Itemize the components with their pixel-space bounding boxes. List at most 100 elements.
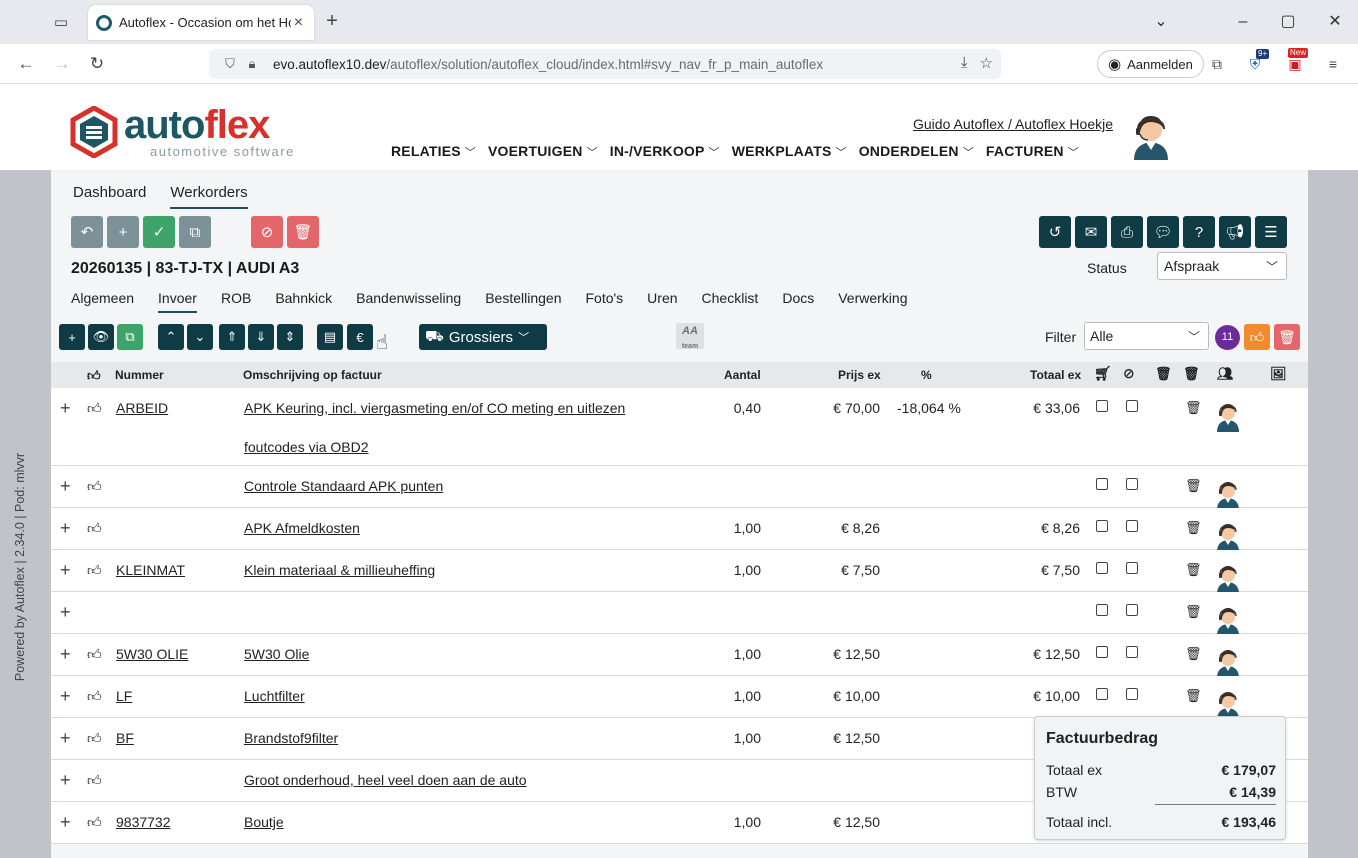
chat-button[interactable]: 💬︎	[1147, 216, 1179, 248]
cell-omschrijving[interactable]: Klein materiaal & millieuheffing	[244, 562, 435, 578]
print-button[interactable]: ⎙	[1111, 216, 1143, 248]
price-button[interactable]: €	[347, 324, 373, 350]
table-row[interactable]: + 👍︎ APK Afmeldkosten 1,00 € 8,26 € 8,26 🗑︎	[51, 508, 1308, 552]
no-order-checkbox[interactable]	[1126, 562, 1138, 574]
expand-row-icon[interactable]: +	[60, 644, 71, 665]
cell-nummer[interactable]: LF	[116, 688, 132, 704]
url-text[interactable]: evo.autoflex10.dev/autoflex/solution/aut…	[273, 57, 823, 72]
expand-row-icon[interactable]: +	[60, 728, 71, 749]
cell-omschrijving[interactable]: Brandstof9filter	[244, 730, 338, 746]
no-order-checkbox[interactable]	[1126, 478, 1138, 490]
cell-omschrijving[interactable]: Controle Standaard APK punten	[244, 478, 443, 494]
expand-collapse-button[interactable]: ⇕	[277, 324, 303, 350]
mechanic-avatar[interactable]	[1214, 604, 1242, 636]
signin-button[interactable]: ◉ Aanmelden	[1097, 50, 1204, 78]
back-icon[interactable]: ←	[12, 51, 40, 77]
grossiers-button[interactable]: ⛟ Grossiers ﹀	[419, 324, 547, 350]
menu-voertuigen[interactable]: VOERTUIGEN ﹀	[488, 143, 598, 160]
mechanic-avatar[interactable]	[1214, 520, 1242, 552]
no-order-checkbox[interactable]	[1126, 688, 1138, 700]
delete-row-icon[interactable]: 🗑︎	[1185, 562, 1202, 578]
help-button[interactable]: ?	[1183, 216, 1215, 248]
no-order-checkbox[interactable]	[1126, 520, 1138, 532]
menu-button[interactable]: ☰	[1255, 216, 1287, 248]
thumb-up-icon[interactable]: 👍︎	[87, 730, 102, 747]
autoflex-logo[interactable]: autoflex automotive software	[70, 104, 302, 162]
table-row[interactable]: + 👍︎ KLEINMAT Klein materiaal & millieuheff…	[51, 550, 1308, 594]
thumb-up-icon[interactable]: 👍︎	[87, 400, 102, 417]
cell-omschrijving[interactable]: APK Keuring, incl. viergasmeting en/of C…	[244, 400, 625, 416]
menu-relaties[interactable]: RELATIES ﹀	[391, 143, 476, 160]
lock-icon[interactable]: 🔒︎	[241, 56, 263, 72]
table-row[interactable]: + 👍︎ ARBEID APK Keuring, incl. viergasmetin…	[51, 388, 1308, 466]
cell-nummer[interactable]: KLEINMAT	[116, 562, 185, 578]
delete-row-icon[interactable]: 🗑︎	[1185, 400, 1202, 416]
thumbs-up-button[interactable]: 👍︎	[1244, 324, 1270, 350]
order-checkbox[interactable]	[1096, 400, 1108, 412]
menu-onderdelen[interactable]: ONDERDELEN ﹀	[859, 143, 974, 160]
minimize-icon[interactable]: –	[1228, 8, 1258, 36]
close-window-icon[interactable]: ✕	[1320, 8, 1350, 36]
move-top-button[interactable]: ⇑	[219, 324, 245, 350]
cell-omschrijving[interactable]: Boutje	[244, 814, 284, 830]
reload-icon[interactable]: ↻	[83, 51, 111, 77]
bookmark-star-icon[interactable]: ☆	[980, 54, 993, 72]
tab-fotos[interactable]: Foto's	[585, 290, 623, 313]
move-bottom-button[interactable]: ⇓	[248, 324, 274, 350]
tab-werkorders[interactable]: Werkorders	[170, 184, 248, 209]
thumb-up-icon[interactable]: 👍︎	[87, 562, 102, 579]
tab-verwerking[interactable]: Verwerking	[838, 290, 907, 313]
cell-nummer[interactable]: ARBEID	[116, 400, 168, 416]
expand-row-icon[interactable]: +	[60, 476, 71, 497]
tab-groups-icon[interactable]: ▭	[48, 11, 74, 33]
no-order-checkbox[interactable]	[1126, 646, 1138, 658]
delete-row-icon[interactable]: 🗑︎	[1185, 646, 1202, 662]
add-row-button[interactable]: +	[59, 324, 85, 350]
delete-row-icon[interactable]: 🗑︎	[1185, 478, 1202, 494]
expand-row-icon[interactable]: +	[60, 770, 71, 791]
cell-omschrijving[interactable]: Luchtfilter	[244, 688, 305, 704]
order-checkbox[interactable]	[1096, 520, 1108, 532]
move-down-button[interactable]: ⌄	[187, 324, 213, 350]
view-button[interactable]: 👁︎	[88, 324, 114, 350]
order-checkbox[interactable]	[1096, 562, 1108, 574]
maximize-icon[interactable]: ▢	[1273, 8, 1303, 36]
cell-omschrijving[interactable]: Groot onderhoud, heel veel doen aan de a…	[244, 772, 527, 788]
tab-dashboard[interactable]: Dashboard	[73, 184, 146, 209]
tab-list-chevron-icon[interactable]: ⌄	[1146, 8, 1176, 36]
address-bar[interactable]: ⛉ 🔒︎ evo.autoflex10.dev/autoflex/solutio…	[209, 49, 1001, 79]
order-checkbox[interactable]	[1096, 688, 1108, 700]
user-avatar[interactable]	[1128, 110, 1174, 160]
cell-nummer[interactable]: BF	[116, 730, 134, 746]
expand-row-icon[interactable]: +	[60, 686, 71, 707]
catalog-button[interactable]: ▤	[317, 324, 343, 350]
table-row[interactable]: + 🗑︎	[51, 592, 1308, 636]
tab-checklist[interactable]: Checklist	[702, 290, 759, 313]
user-company-link[interactable]: Guido Autoflex / Autoflex Hoekje	[913, 116, 1113, 132]
history-button[interactable]: ↺	[1039, 216, 1071, 248]
no-order-checkbox[interactable]	[1126, 400, 1138, 412]
add-layer-button[interactable]: ⧉	[117, 324, 143, 350]
cell-nummer[interactable]: 5W30 OLIE	[116, 646, 188, 662]
install-app-icon[interactable]: ⤓	[961, 54, 968, 72]
delete-button[interactable]: 🗑︎	[287, 216, 319, 248]
save-button[interactable]: ✓	[143, 216, 175, 248]
thumb-up-icon[interactable]: 👍︎	[87, 688, 102, 705]
filter-select[interactable]: Alle ﹀	[1084, 322, 1209, 350]
order-checkbox[interactable]	[1096, 478, 1108, 490]
delete-row-icon[interactable]: 🗑︎	[1185, 688, 1202, 704]
delete-rows-button[interactable]: 🗑︎	[1274, 324, 1300, 350]
add-button[interactable]: +	[107, 216, 139, 248]
mechanic-avatar[interactable]	[1214, 478, 1242, 510]
tab-rob[interactable]: ROB	[221, 290, 251, 313]
item-count-badge[interactable]: 11	[1215, 325, 1240, 350]
expand-row-icon[interactable]: +	[60, 812, 71, 833]
expand-row-icon[interactable]: +	[60, 518, 71, 539]
cell-omschrijving[interactable]: APK Afmeldkosten	[244, 520, 360, 536]
extension-shield-icon[interactable]: ⛨ 9+	[1244, 49, 1270, 75]
browser-tab[interactable]: Autoflex - Occasion om het Hoekje ×	[88, 5, 314, 40]
menu-facturen[interactable]: FACTUREN ﹀	[986, 143, 1079, 160]
thumb-up-icon[interactable]: 👍︎	[87, 646, 102, 663]
cell-nummer[interactable]: 9837732	[116, 814, 171, 830]
extensions-icon[interactable]: ⧉	[1206, 53, 1228, 75]
